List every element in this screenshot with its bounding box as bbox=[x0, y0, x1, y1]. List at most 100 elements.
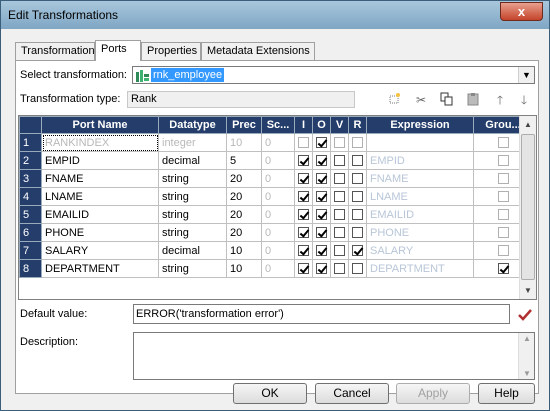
port-flag-checkbox-r[interactable] bbox=[352, 227, 363, 239]
group-by-checkbox[interactable] bbox=[497, 263, 509, 275]
scale-cell[interactable]: 0 bbox=[261, 133, 295, 152]
port-flag-checkbox-v[interactable] bbox=[334, 209, 345, 221]
port-flag-checkbox-r[interactable] bbox=[352, 155, 363, 167]
paste-icon[interactable] bbox=[465, 92, 481, 108]
group-by-checkbox[interactable] bbox=[497, 209, 509, 221]
cut-icon[interactable]: ✂ bbox=[413, 92, 429, 108]
row-number[interactable]: 4 bbox=[19, 187, 42, 206]
port-name-cell[interactable]: PHONE bbox=[41, 223, 159, 242]
tab-metadata-extensions[interactable]: Metadata Extensions bbox=[201, 42, 315, 60]
expression-cell[interactable]: LNAME bbox=[366, 187, 474, 206]
port-flag-checkbox-i[interactable] bbox=[298, 155, 309, 167]
datatype-cell[interactable]: integer bbox=[158, 133, 227, 152]
scrollbar-thumb[interactable] bbox=[521, 134, 535, 280]
tab-ports[interactable]: Ports bbox=[95, 40, 141, 61]
port-flag-checkbox-o[interactable] bbox=[316, 263, 327, 275]
port-flag-checkbox-i[interactable] bbox=[298, 191, 309, 203]
port-flag-checkbox-v[interactable] bbox=[334, 191, 345, 203]
cancel-button[interactable]: Cancel bbox=[315, 383, 389, 404]
port-flag-checkbox-o[interactable] bbox=[316, 209, 327, 221]
copy-icon[interactable] bbox=[439, 92, 455, 108]
datatype-cell[interactable]: string bbox=[158, 187, 227, 206]
group-by-checkbox[interactable] bbox=[497, 155, 509, 167]
port-flag-checkbox-r[interactable] bbox=[352, 191, 363, 203]
row-number[interactable]: 6 bbox=[19, 223, 42, 242]
precision-cell[interactable]: 10 bbox=[226, 133, 262, 152]
port-name-cell[interactable]: LNAME bbox=[41, 187, 159, 206]
port-name-cell[interactable]: DEPARTMENT bbox=[41, 259, 159, 278]
group-by-checkbox[interactable] bbox=[497, 245, 509, 257]
expression-cell[interactable]: PHONE bbox=[366, 223, 474, 242]
table-row[interactable]: 1 RANKINDEX integer 10 0 bbox=[19, 133, 533, 152]
scale-cell[interactable]: 0 bbox=[261, 169, 295, 188]
datatype-cell[interactable]: decimal bbox=[158, 151, 227, 170]
port-name-cell[interactable]: SALARY bbox=[41, 241, 159, 260]
move-up-icon[interactable]: 🡑 bbox=[492, 92, 508, 108]
row-number[interactable]: 3 bbox=[19, 169, 42, 188]
port-name-cell[interactable]: FNAME bbox=[41, 169, 159, 188]
precision-cell[interactable]: 20 bbox=[226, 205, 262, 224]
precision-cell[interactable]: 10 bbox=[226, 259, 262, 278]
table-row[interactable]: 8 DEPARTMENT string 10 0 DEPARTMENT bbox=[19, 259, 533, 278]
column-header-output[interactable]: O bbox=[312, 116, 331, 134]
column-header-precision[interactable]: Prec bbox=[226, 116, 262, 134]
port-flag-checkbox-v[interactable] bbox=[334, 245, 345, 257]
row-number[interactable]: 1 bbox=[19, 133, 42, 152]
port-flag-checkbox-i[interactable] bbox=[298, 263, 309, 275]
precision-cell[interactable]: 10 bbox=[226, 241, 262, 260]
scale-cell[interactable]: 0 bbox=[261, 187, 295, 206]
help-button[interactable]: Help bbox=[478, 383, 535, 404]
port-flag-checkbox-o[interactable] bbox=[316, 191, 327, 203]
scroll-down-arrow-icon[interactable]: ▼ bbox=[520, 282, 536, 299]
port-flag-checkbox-i[interactable] bbox=[298, 137, 309, 149]
scale-cell[interactable]: 0 bbox=[261, 223, 295, 242]
table-row[interactable]: 3 FNAME string 20 0 FNAME bbox=[19, 169, 533, 188]
port-name-cell[interactable]: RANKINDEX bbox=[41, 133, 159, 152]
datatype-cell[interactable]: string bbox=[158, 169, 227, 188]
column-header-port-name[interactable]: Port Name bbox=[41, 116, 159, 134]
select-transformation-dropdown[interactable]: rnk_employee ▼ bbox=[132, 66, 535, 84]
expression-cell[interactable]: SALARY bbox=[366, 241, 474, 260]
port-flag-checkbox-o[interactable] bbox=[316, 227, 327, 239]
scale-cell[interactable]: 0 bbox=[261, 259, 295, 278]
datatype-cell[interactable]: string bbox=[158, 223, 227, 242]
expression-cell[interactable] bbox=[366, 133, 474, 152]
port-flag-checkbox-o[interactable] bbox=[316, 137, 327, 149]
description-scrollbar[interactable]: ▲ ▼ bbox=[518, 333, 534, 379]
table-row[interactable]: 5 EMAILID string 20 0 EMAILID bbox=[19, 205, 533, 224]
expression-cell[interactable]: FNAME bbox=[366, 169, 474, 188]
group-by-checkbox[interactable] bbox=[497, 173, 509, 185]
port-flag-checkbox-v[interactable] bbox=[334, 137, 345, 149]
port-flag-checkbox-i[interactable] bbox=[298, 227, 309, 239]
close-button[interactable]: x bbox=[500, 2, 543, 21]
port-name-cell[interactable]: EMAILID bbox=[41, 205, 159, 224]
datatype-cell[interactable]: string bbox=[158, 205, 227, 224]
port-flag-checkbox-o[interactable] bbox=[316, 245, 327, 257]
new-port-icon[interactable] bbox=[386, 92, 402, 108]
ok-button[interactable]: OK bbox=[233, 383, 307, 404]
scale-cell[interactable]: 0 bbox=[261, 205, 295, 224]
scale-cell[interactable]: 0 bbox=[261, 241, 295, 260]
tab-properties[interactable]: Properties bbox=[141, 42, 201, 60]
port-flag-checkbox-v[interactable] bbox=[334, 227, 345, 239]
column-header-input[interactable]: I bbox=[294, 116, 313, 134]
apply-button[interactable]: Apply bbox=[396, 383, 470, 404]
move-down-icon[interactable]: 🡓 bbox=[516, 92, 532, 108]
port-flag-checkbox-r[interactable] bbox=[352, 209, 363, 221]
port-flag-checkbox-i[interactable] bbox=[298, 209, 309, 221]
expression-cell[interactable]: EMPID bbox=[366, 151, 474, 170]
title-bar[interactable]: Edit Transformations x bbox=[1, 1, 549, 29]
scale-cell[interactable]: 0 bbox=[261, 151, 295, 170]
precision-cell[interactable]: 20 bbox=[226, 187, 262, 206]
port-flag-checkbox-o[interactable] bbox=[316, 155, 327, 167]
chevron-down-icon[interactable]: ▼ bbox=[518, 67, 534, 83]
precision-cell[interactable]: 20 bbox=[226, 223, 262, 242]
port-flag-checkbox-o[interactable] bbox=[316, 173, 327, 185]
column-header-expression[interactable]: Expression bbox=[366, 116, 474, 134]
datatype-cell[interactable]: string bbox=[158, 259, 227, 278]
precision-cell[interactable]: 20 bbox=[226, 169, 262, 188]
column-header-datatype[interactable]: Datatype bbox=[158, 116, 227, 134]
table-row[interactable]: 2 EMPID decimal 5 0 EMPID bbox=[19, 151, 533, 170]
expression-cell[interactable]: EMAILID bbox=[366, 205, 474, 224]
row-number[interactable]: 5 bbox=[19, 205, 42, 224]
